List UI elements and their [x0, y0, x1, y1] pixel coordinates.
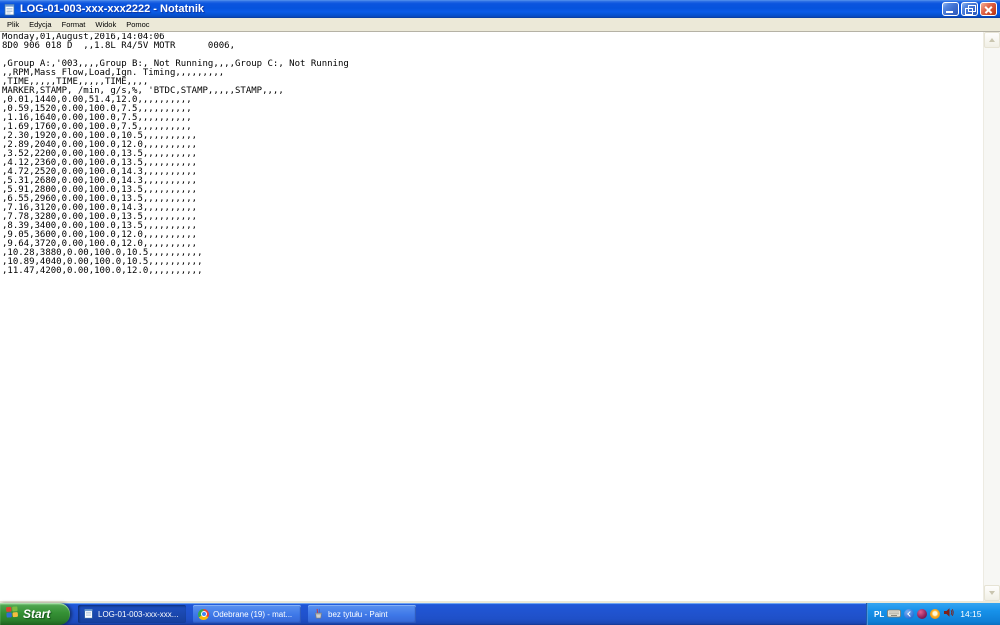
volume-icon[interactable]	[943, 605, 954, 623]
taskbar-task-paint[interactable]: bez tytułu - Paint	[308, 605, 416, 623]
desktop: LOG-01-003-xxx-xxx2222 - Notatnik Plik E…	[0, 0, 1000, 625]
menubar: Plik Edycja Format Widok Pomoc	[0, 18, 1000, 31]
task-label: Odebrane (19) - mat...	[213, 610, 292, 619]
minimize-button[interactable]	[942, 2, 959, 16]
vertical-scrollbar[interactable]	[983, 32, 1000, 601]
clock: 14:15	[960, 609, 981, 619]
system-tray: PL 14:15	[866, 603, 1000, 625]
close-button[interactable]	[980, 2, 997, 16]
restore-button[interactable]	[961, 2, 978, 16]
task-label: LOG-01-003-xxx-xxx...	[98, 610, 178, 619]
window-controls	[942, 2, 997, 16]
notepad-icon[interactable]	[3, 3, 16, 16]
editor-area: Monday,01,August,2016,14:04:06 8D0 906 0…	[0, 31, 1000, 603]
notepad-window: LOG-01-003-xxx-xxx2222 - Notatnik Plik E…	[0, 0, 1000, 603]
start-button[interactable]: Start	[0, 603, 70, 625]
arrow-down-icon	[989, 591, 995, 595]
hide-icons-chevron-icon[interactable]	[904, 609, 914, 619]
taskbar: Start LOG-01-003-xxx-xxx... Odebrane (19…	[0, 603, 1000, 625]
chrome-icon	[198, 609, 209, 620]
paint-icon	[313, 608, 324, 621]
menu-widok[interactable]: Widok	[90, 20, 121, 29]
notepad-icon	[83, 608, 94, 621]
keyboard-icon[interactable]	[887, 605, 901, 623]
tray-ball-icon[interactable]	[917, 609, 927, 619]
windows-logo-icon	[5, 605, 19, 624]
menu-edycja[interactable]: Edycja	[24, 20, 57, 29]
language-indicator[interactable]: PL	[874, 610, 884, 619]
taskbar-tasks: LOG-01-003-xxx-xxx... Odebrane (19) - ma…	[78, 605, 416, 623]
task-label: bez tytułu - Paint	[328, 610, 388, 619]
taskbar-task-notepad[interactable]: LOG-01-003-xxx-xxx...	[78, 605, 186, 623]
editor-text[interactable]: Monday,01,August,2016,14:04:06 8D0 906 0…	[2, 33, 982, 601]
arrow-up-icon	[989, 38, 995, 42]
menu-format[interactable]: Format	[57, 20, 91, 29]
scroll-down-button[interactable]	[984, 585, 1000, 601]
start-label: Start	[23, 607, 50, 621]
window-title: LOG-01-003-xxx-xxx2222 - Notatnik	[20, 3, 942, 15]
titlebar: LOG-01-003-xxx-xxx2222 - Notatnik	[0, 0, 1000, 18]
tray-orange-icon[interactable]	[930, 609, 940, 619]
menu-plik[interactable]: Plik	[2, 20, 24, 29]
taskbar-task-chrome[interactable]: Odebrane (19) - mat...	[193, 605, 301, 623]
scroll-up-button[interactable]	[984, 32, 1000, 48]
menu-pomoc[interactable]: Pomoc	[121, 20, 154, 29]
